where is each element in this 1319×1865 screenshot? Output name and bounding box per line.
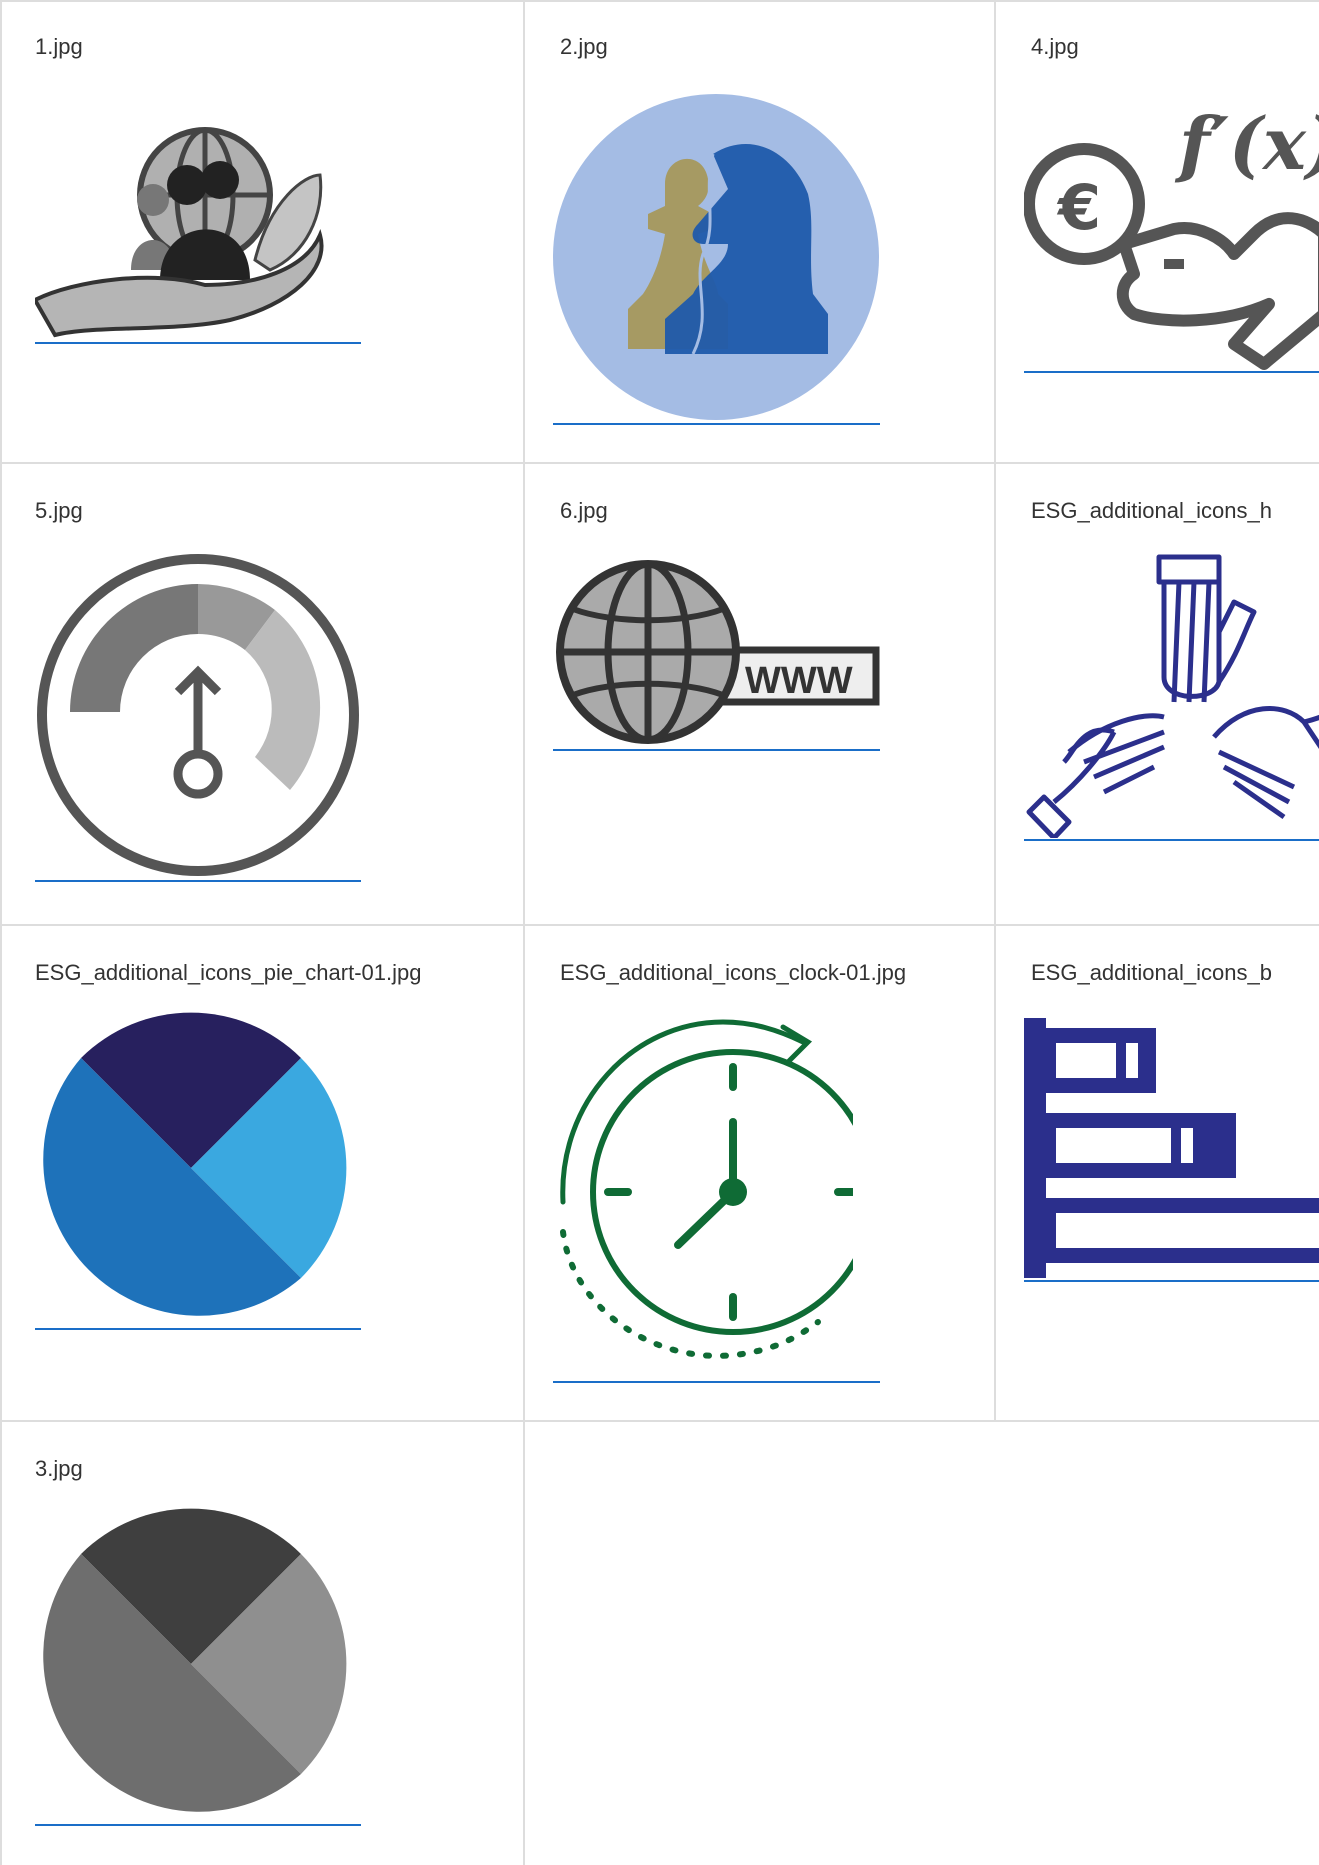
image-link[interactable]	[35, 1508, 347, 1820]
link-underline	[553, 423, 880, 425]
image-link[interactable]	[1024, 1018, 1319, 1278]
svg-text:€: €	[1056, 171, 1101, 244]
svg-text:f′(x): f′(x)	[1174, 101, 1319, 186]
chess-pawn-knight-icon	[553, 94, 879, 420]
image-link[interactable]	[35, 1012, 347, 1324]
link-underline	[1024, 839, 1319, 841]
globe-www-icon: WWW	[556, 560, 880, 744]
gallery-item: 5.jpg	[0, 464, 523, 924]
attachment-gallery: 1.jpg 2.jpg 4.jpg € f′(x 5.jpg 6.jpg WWW…	[0, 0, 1319, 1865]
file-name: 4.jpg	[1031, 34, 1079, 59]
link-underline	[1024, 1280, 1319, 1282]
gallery-item: 6.jpg WWW	[525, 464, 994, 924]
file-name: 3.jpg	[35, 1456, 83, 1481]
file-name: 5.jpg	[35, 498, 83, 523]
link-underline	[553, 1381, 880, 1383]
hand-globe-people-leaf-icon	[35, 127, 324, 338]
gallery-item: 1.jpg	[0, 0, 523, 462]
gauge-meter-icon	[37, 554, 359, 876]
pie-chart-grey-icon	[43, 1508, 347, 1812]
file-name: 1.jpg	[35, 34, 83, 59]
gallery-item: 3.jpg	[0, 1422, 523, 1865]
link-underline	[553, 749, 880, 751]
pie-chart-icon	[43, 1012, 347, 1316]
svg-text:WWW: WWW	[745, 660, 853, 702]
image-link[interactable]	[35, 120, 361, 342]
gallery-item: 4.jpg € f′(x)	[996, 0, 1319, 462]
file-name: ESG_additional_icons_pie_chart-01.jpg	[35, 960, 422, 985]
link-underline	[1024, 371, 1319, 373]
image-link[interactable]	[553, 94, 880, 421]
link-underline	[35, 1824, 361, 1826]
gallery-item: ESG_additional_icons_pie_chart-01.jpg	[0, 926, 523, 1420]
bar-chart-icon	[1024, 1018, 1319, 1278]
gallery-item: ESG_additional_icons_b	[996, 926, 1319, 1420]
clock-cycle-icon	[560, 1019, 853, 1359]
link-underline	[35, 1328, 361, 1330]
gallery-item: ESG_additional_icons_clock-01.jpg	[525, 926, 994, 1420]
three-hands-icon	[1026, 554, 1319, 838]
file-name: ESG_additional_icons_h	[1031, 498, 1272, 523]
gallery-item: 2.jpg	[525, 0, 994, 462]
link-underline	[35, 342, 361, 344]
file-name: ESG_additional_icons_b	[1031, 960, 1272, 985]
image-link[interactable]	[553, 1012, 853, 1372]
image-link[interactable]	[35, 552, 361, 878]
file-name: 2.jpg	[560, 34, 608, 59]
euro-coin-function-hand-icon: € f′(x)	[1024, 101, 1319, 370]
image-link[interactable]: WWW	[553, 554, 880, 750]
image-link[interactable]: € f′(x)	[1024, 94, 1319, 372]
gallery-item: ESG_additional_icons_h	[996, 464, 1319, 924]
file-name: 6.jpg	[560, 498, 608, 523]
file-name: ESG_additional_icons_clock-01.jpg	[560, 960, 907, 985]
link-underline	[35, 880, 361, 882]
image-link[interactable]	[1024, 552, 1319, 838]
